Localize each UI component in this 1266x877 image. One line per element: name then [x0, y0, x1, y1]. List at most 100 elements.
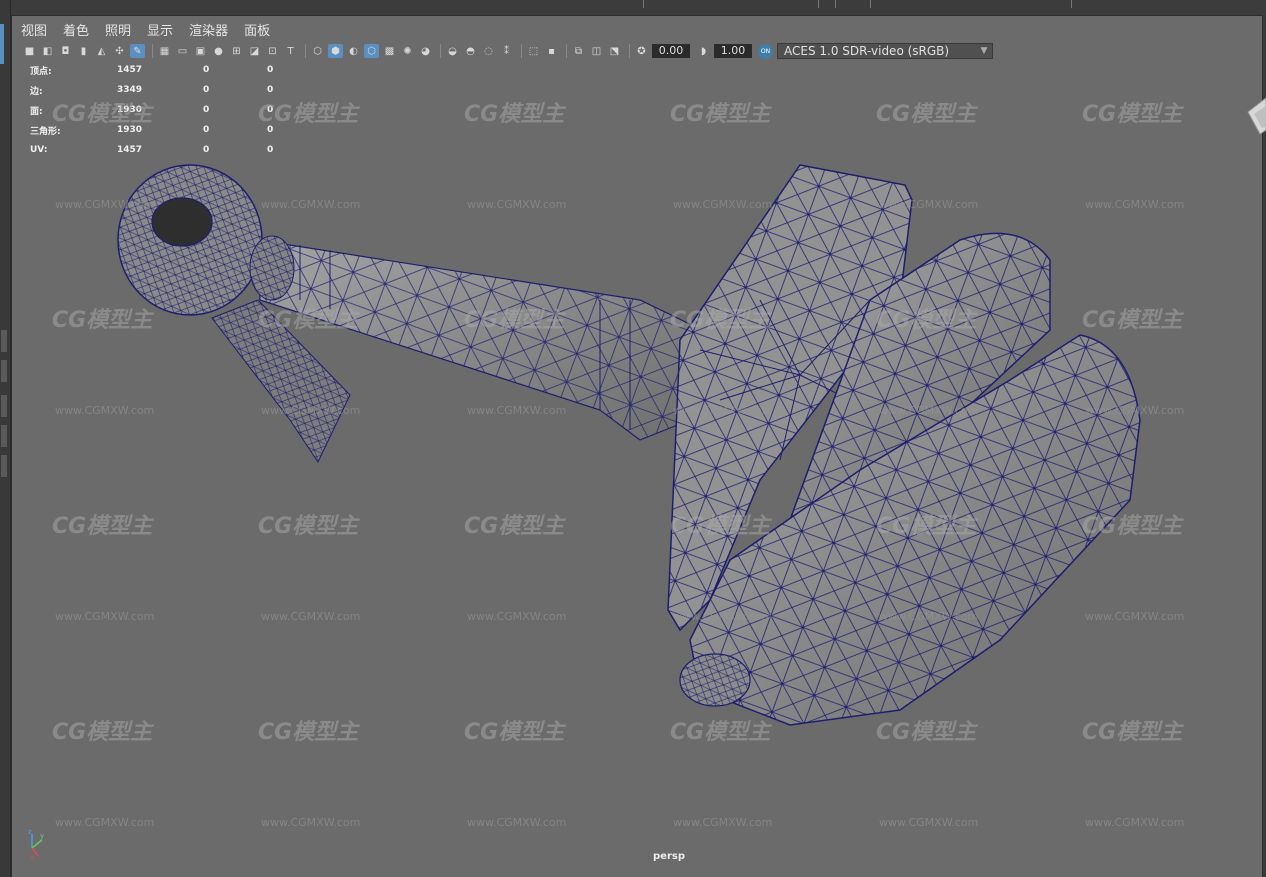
watermark-url: www.CGMXW.com: [879, 198, 979, 211]
backface-icon[interactable]: ◫: [589, 44, 604, 58]
xray-icon[interactable]: ▪: [544, 44, 559, 58]
depth-of-field-icon[interactable]: ⁑: [499, 44, 514, 58]
screen-space-ao-icon[interactable]: ◒: [445, 44, 460, 58]
menu-renderer[interactable]: 渲染器: [189, 20, 228, 39]
camera-attr-icon[interactable]: ◧: [40, 44, 55, 58]
motion-blur-icon[interactable]: ◓: [463, 44, 478, 58]
exposure-icon[interactable]: ✪: [634, 44, 649, 58]
watermark-url: www.CGMXW.com: [879, 816, 979, 829]
resolution-gate-icon[interactable]: ▣: [193, 44, 208, 58]
camera-label: persp: [653, 851, 685, 862]
watermark-logo: CG模型主: [876, 514, 977, 539]
watermark-url: www.CGMXW.com: [467, 816, 567, 829]
exposure-field[interactable]: 0.00: [652, 44, 690, 58]
grease-pencil-icon[interactable]: ✎: [130, 44, 145, 58]
wireframe-icon[interactable]: ⬡: [310, 44, 325, 58]
bookmark2-icon[interactable]: ▮: [76, 44, 91, 58]
svg-text:z: z: [28, 828, 32, 836]
chevron-down-icon: ▼: [980, 46, 988, 56]
image-plane-icon[interactable]: ◭: [94, 44, 109, 58]
watermark-url: www.CGMXW.com: [1085, 610, 1185, 623]
panel-toolbar: ■ ◧ ◘ ▮ ◭ ✣ ✎ ▦ ▭ ▣ ● ⊞ ◪ ⊡ T ⬡ ⬢ ◐ ⬡ ▩ …: [22, 41, 1012, 61]
active-indicator: [0, 24, 4, 64]
axis-gizmo-icon: z y x: [28, 828, 44, 860]
watermark-logo: CG模型主: [52, 720, 153, 745]
smooth-shade-icon[interactable]: ⬢: [328, 44, 343, 58]
watermark-url: www.CGMXW.com: [673, 404, 773, 417]
watermark-url: www.CGMXW.com: [261, 816, 361, 829]
watermark-logo: CG模型主: [258, 514, 359, 539]
watermark-logo: CG模型主: [258, 102, 359, 127]
left-shelf: [0, 0, 11, 877]
field-chart-icon[interactable]: ⊞: [229, 44, 244, 58]
wireframe-on-shaded-icon[interactable]: ⬡: [364, 44, 379, 58]
watermark-url: www.CGMXW.com: [467, 404, 567, 417]
gamma-field[interactable]: 1.00: [714, 44, 752, 58]
watermark-logo: CG模型主: [258, 308, 359, 333]
watermark-url: www.CGMXW.com: [55, 198, 155, 211]
watermark-logo: CG模型主: [876, 308, 977, 333]
watermark-url: www.CGMXW.com: [673, 816, 773, 829]
menu-shading[interactable]: 着色: [63, 20, 89, 39]
watermark-logo: CG模型主: [670, 308, 771, 333]
gamma-icon[interactable]: ◗: [696, 44, 711, 58]
watermark-logo: CG模型主: [1082, 720, 1183, 745]
watermark-url: www.CGMXW.com: [261, 610, 361, 623]
watermark-url: www.CGMXW.com: [261, 198, 361, 211]
panel-menubar: 视图 着色 照明 显示 渲染器 面板: [12, 18, 277, 40]
xray-active-icon[interactable]: ⧉: [571, 44, 586, 58]
watermark-url: www.CGMXW.com: [467, 610, 567, 623]
color-management-icon[interactable]: ON: [758, 43, 773, 59]
gate-mask-icon[interactable]: ●: [211, 44, 226, 58]
wireframe-icon[interactable]: T: [283, 44, 298, 58]
multisample-aa-icon[interactable]: ◌: [481, 44, 496, 58]
hud-row-vertices: 顶点: 1457 0 0: [30, 65, 274, 77]
menu-view[interactable]: 视图: [21, 20, 47, 39]
watermark-url: www.CGMXW.com: [1085, 816, 1185, 829]
use-all-lights-icon[interactable]: ✺: [400, 44, 415, 58]
menu-panels[interactable]: 面板: [244, 20, 270, 39]
resize-icon[interactable]: ⬔: [607, 44, 622, 58]
menu-lighting[interactable]: 照明: [105, 20, 131, 39]
watermark-logo: CG模型主: [52, 102, 153, 127]
isolate-select-icon[interactable]: ⬚: [526, 44, 541, 58]
shadows-icon[interactable]: ◕: [418, 44, 433, 58]
watermark-url: www.CGMXW.com: [55, 404, 155, 417]
watermark-url: www.CGMXW.com: [673, 610, 773, 623]
hud-row-uvs: UV: 1457 0 0: [30, 145, 274, 155]
svg-text:y: y: [40, 832, 44, 840]
watermark-url: www.CGMXW.com: [879, 404, 979, 417]
watermark-logo: CG模型主: [52, 308, 153, 333]
view-transform-value: ACES 1.0 SDR-video (sRGB): [784, 44, 950, 58]
safe-title-icon[interactable]: ⊡: [265, 44, 280, 58]
pivot-icon[interactable]: ✣: [112, 44, 127, 58]
watermark-logo: CG模型主: [52, 514, 153, 539]
watermark-logo: CG模型主: [1082, 102, 1183, 127]
watermark-url: www.CGMXW.com: [467, 198, 567, 211]
viewcube-icon[interactable]: [1240, 88, 1266, 148]
svg-text:x: x: [30, 853, 34, 860]
watermark-logo: CG模型主: [1082, 514, 1183, 539]
menu-show[interactable]: 显示: [147, 20, 173, 39]
watermark-url: www.CGMXW.com: [261, 404, 361, 417]
safe-action-icon[interactable]: ◪: [247, 44, 262, 58]
watermark-logo: CG模型主: [876, 102, 977, 127]
watermark-logo: CG模型主: [464, 514, 565, 539]
watermark-logo: CG模型主: [1082, 308, 1183, 333]
watermark-logo: CG模型主: [670, 720, 771, 745]
textured-icon[interactable]: ▩: [382, 44, 397, 58]
watermark-logo: CG模型主: [464, 102, 565, 127]
view-transform-dropdown[interactable]: ACES 1.0 SDR-video (sRGB) ▼: [777, 43, 993, 59]
watermark-url: www.CGMXW.com: [673, 198, 773, 211]
watermark-url: www.CGMXW.com: [55, 816, 155, 829]
camera-icon[interactable]: ■: [22, 44, 37, 58]
watermark-url: www.CGMXW.com: [1085, 198, 1185, 211]
watermark-logo: CG模型主: [464, 720, 565, 745]
watermark-logo: CG模型主: [464, 308, 565, 333]
default-material-icon[interactable]: ◐: [346, 44, 361, 58]
film-gate-icon[interactable]: ▭: [175, 44, 190, 58]
watermark-url: www.CGMXW.com: [55, 610, 155, 623]
grid-icon[interactable]: ▦: [157, 44, 172, 58]
watermark-logo: CG模型主: [670, 102, 771, 127]
bookmark-icon[interactable]: ◘: [58, 44, 73, 58]
